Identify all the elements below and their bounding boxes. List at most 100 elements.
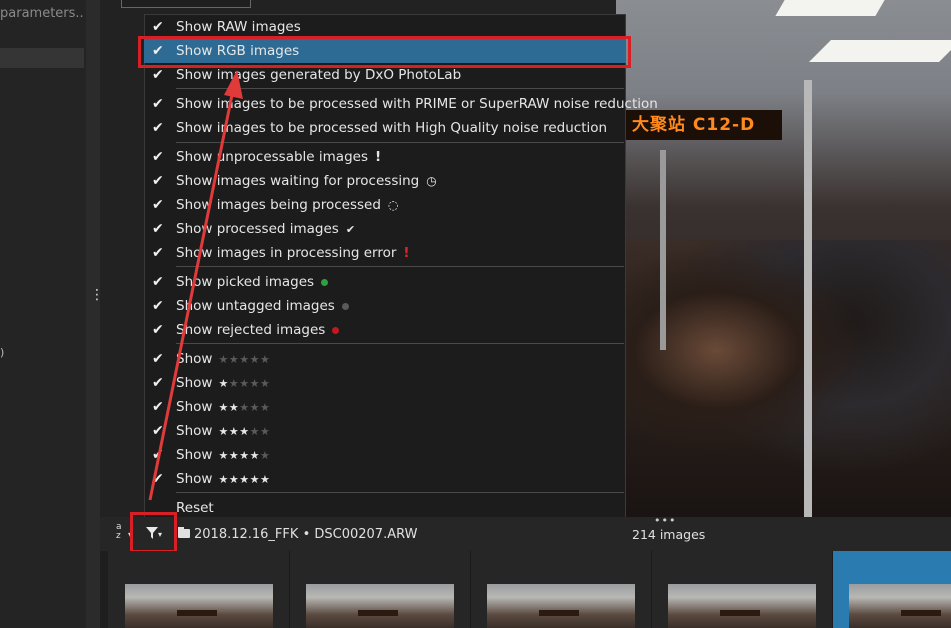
filter-menu-item[interactable]: ✔ Show picked images [144,270,626,294]
menu-item-text: Show unprocessable images [176,149,368,165]
checkmark-icon: ✔ [152,120,164,136]
checkmark-icon: ✔ [152,274,164,290]
menu-item-label: Show images waiting for processing ◷ [176,169,437,193]
menu-item-label: Show images in processing error! [176,241,410,265]
filter-menu-item[interactable]: ✔ Show images to be processed with High Q… [144,116,626,140]
menu-separator [176,142,624,143]
filter-menu-item[interactable]: ✔ Show ★★★★★ [144,419,626,443]
dot-icon [332,326,340,334]
checkmark-icon: ✔ [152,221,164,237]
breadcrumb-folder[interactable]: 2018.12.16_FFK [194,527,298,542]
filter-menu-item[interactable]: ✔ Show untagged images [144,294,626,318]
thumbnail[interactable] [125,584,273,628]
menu-item-label: Show rejected images [176,318,340,342]
menu-item-text: Show images to be processed with High Qu… [176,120,608,136]
checkmark-icon: ✔ [152,322,164,338]
checkmark-icon: ✔ [152,298,164,314]
menu-item-label: Show ★★★★★ [176,371,270,396]
menu-item-label: Show picked images [176,270,329,294]
filter-menu-item[interactable]: ✔ Show ★★★★★ [144,443,626,467]
star-rating-icon: ★★★★★ [218,425,271,438]
photo-pole [660,150,666,350]
photo-ceiling-light [775,0,885,16]
menu-item-label: Show untagged images [176,294,349,318]
filter-menu-item[interactable]: ✔ Show processed images ✔ [144,217,626,241]
filter-menu-item[interactable]: ✔ Show unprocessable images! [144,145,626,169]
menu-item-text: Show picked images [176,274,315,290]
photo-pole [804,80,812,517]
breadcrumb: 2018.12.16_FFK • DSC00207.ARW [194,525,417,545]
thumbnail[interactable] [487,584,635,628]
star-rating-icon: ★★★★★ [218,377,271,390]
menu-item-label: Show ★★★★★ [176,443,270,468]
checkmark-icon: ✔ [152,423,164,439]
checkmark-icon: ✔ [152,351,164,367]
photo-ceiling-light [809,40,951,62]
menu-item-text: Show [176,471,213,487]
menu-item-label: Show ★★★★★ [176,347,270,372]
menu-separator [176,88,624,89]
menu-item-text: Show images to be processed with PRIME o… [176,96,658,112]
highlight-box [138,36,631,68]
thumbnail[interactable] [849,584,951,628]
filter-menu-item[interactable]: ✔ Show images in processing error! [144,241,626,265]
filter-menu-item[interactable]: ✔ Show rejected images [144,318,626,342]
star-rating-icon: ★★★★★ [218,449,271,462]
menu-item-text: Show [176,447,213,463]
menu-item-label: Show unprocessable images! [176,145,381,169]
thumbnail[interactable] [306,584,454,628]
menu-item-text: Show [176,375,213,391]
checkmark-icon: ✔ [152,96,164,112]
filter-menu-item[interactable]: ✔ Show images being processed ◌ [144,193,626,217]
filter-menu-item[interactable]: ✔ Show ★★★★★ [144,347,626,371]
filter-menu-item[interactable]: ✔ Show ★★★★★ [144,395,626,419]
folder-icon [178,529,190,538]
star-rating-icon: ★★★★★ [218,353,271,366]
menu-item-text: Show RAW images [176,19,301,35]
breadcrumb-file[interactable]: DSC00207.ARW [314,527,417,542]
error-exclamation-icon: ! [403,245,410,261]
menu-item-text: Show images generated by DxO PhotoLab [176,67,462,83]
checkmark-icon: ✔ [152,149,164,165]
photo-crowd [616,240,951,517]
left-panel-selected-row[interactable] [0,48,84,68]
menu-item-label: Show images to be processed with High Qu… [176,116,607,140]
filter-menu-item[interactable]: ✔ Show ★★★★★ [144,467,626,491]
checkmark-icon: ✔ [152,471,164,487]
sort-az-icon[interactable]: az [116,523,128,547]
thumbnail[interactable] [668,584,816,628]
menu-separator [176,266,624,267]
star-rating-icon: ★★★★★ [218,473,271,486]
menu-item-text: Show images being processed [176,197,381,213]
resize-dots-icon[interactable]: ••• [654,514,676,527]
menu-separator [176,492,624,493]
menu-item-text: Show untagged images [176,298,335,314]
checkmark-icon: ✔ [152,375,164,391]
menu-item-label: Show ★★★★★ [176,395,270,420]
menu-item-label: Show processed images ✔ [176,217,355,242]
star-rating-icon: ★★★★★ [218,401,271,414]
left-panel-scrollbar[interactable] [86,0,100,628]
image-count: 214 images [632,527,706,542]
menu-item-text: Reset [176,500,214,516]
panel-resize-handle[interactable]: ⋮ [90,288,104,304]
dot-icon [321,278,329,286]
menu-item-text: Show images waiting for processing [176,173,420,189]
menu-item-text: Show [176,399,213,415]
filter-menu-item[interactable]: ✔ Show images to be processed with PRIME … [144,92,658,116]
menu-item-label: Show images to be processed with PRIME o… [176,92,658,116]
left-panel [0,0,86,628]
viewer-top-tab[interactable] [121,0,251,8]
filter-menu-item[interactable]: ✔ Show images waiting for processing ◷ [144,169,626,193]
checkmark-icon: ✔ [152,245,164,261]
checkmark-icon: ✔ [345,223,356,236]
menu-item-label: Show images being processed ◌ [176,193,398,217]
filter-menu-item[interactable]: ✔ Show ★★★★★ [144,371,626,395]
left-edge-glyph: ) [0,346,5,359]
dot-icon [341,302,349,310]
checkmark-icon: ✔ [152,197,164,213]
parameters-search-input[interactable]: parameters... [0,2,84,26]
filter-button-highlight[interactable] [130,512,177,553]
checkmark-icon: ✔ [152,173,164,189]
menu-item-text: Show processed images [176,221,339,237]
